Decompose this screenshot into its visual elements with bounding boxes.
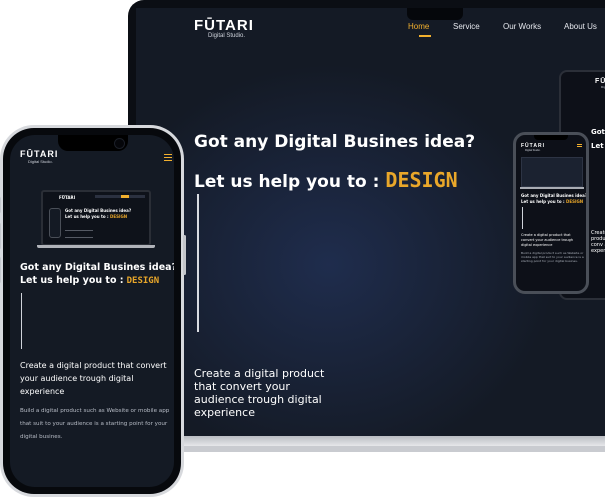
embedded-phone (49, 208, 61, 238)
mini-phone-logo: FŪTARI Digital Studio. (521, 143, 545, 152)
phone-brand-name: FŪTARI (20, 149, 59, 159)
laptop-screen: FŪTARI Digital Studio. Home Service Our … (136, 8, 605, 436)
mini-phone-laptop-base (520, 187, 584, 189)
phone-embedded-screenshot: FŪTARI Got any Digital Busines idea? Let… (41, 190, 151, 246)
nav-item-home[interactable]: Home (408, 22, 429, 31)
embedded-laptop-base (37, 245, 155, 248)
phone-camera-icon (114, 138, 125, 149)
mini-phone-tagline: Let us help you to : DESIGN (521, 199, 583, 204)
mini-phone-subheading: Create a digital product that convert yo… (521, 233, 574, 247)
phone-hero-body: Build a digital product such as Website … (20, 408, 170, 440)
embedded-text-lines (65, 230, 93, 238)
nav-active-indicator (419, 35, 431, 37)
mini-phone-mockup: FŪTARI Digital Studio. Got any Digital B… (513, 132, 589, 294)
brand-name: FŪTARI (194, 17, 254, 34)
phone-brand-tagline: Digital Studio. (28, 159, 53, 164)
mini-laptop-logo: FŪTARI Digital Studio. (595, 78, 605, 89)
mini-phone-embedded-screenshot (521, 157, 583, 187)
mini-phone-brand-tagline: Digital Studio. (525, 149, 541, 152)
embedded-headline: Got any Digital Busines idea? (65, 208, 132, 213)
phone-notch (58, 135, 128, 151)
phone-volume-down (0, 257, 1, 283)
phone-bezel: FŪTARI Digital Studio. FŪTARI Got any Di… (3, 128, 181, 494)
hamburger-menu-icon[interactable] (164, 154, 172, 161)
laptop-camera-notch (407, 8, 463, 20)
hero-subheading: Create a digital product that convert yo… (194, 367, 325, 419)
phone-power-button (183, 235, 186, 275)
phone-hero-subheading: Create a digital product that convert yo… (20, 361, 167, 396)
mini-laptop-headline: Got a (591, 128, 605, 136)
mini-phone-tagline-prefix: Let us help you to : (521, 199, 565, 204)
laptop-base-edge (142, 446, 605, 452)
nav-item-about-us[interactable]: About Us (564, 22, 597, 31)
embedded-nav (95, 195, 145, 198)
phone-mockup: FŪTARI Digital Studio. FŪTARI Got any Di… (0, 125, 186, 497)
mini-laptop-tagline: Let u (591, 142, 605, 150)
mini-phone-headline: Got any Digital Busines idea? (521, 193, 588, 198)
mini-phone-notch (534, 135, 568, 140)
phone-hero-tagline: Let us help you to : DESIGN (20, 275, 159, 286)
laptop-base (128, 436, 605, 446)
embedded-accent-word: DESIGN (110, 214, 128, 219)
nav-item-our-works[interactable]: Our Works (503, 22, 541, 31)
mini-brand-tagline: Digital Studio. (601, 85, 605, 89)
phone-hero-headline: Got any Digital Busines idea? (20, 262, 174, 273)
nav-item-service[interactable]: Service (453, 22, 480, 31)
embedded-brand-name: FŪTARI (59, 195, 76, 200)
hero-headline: Got any Digital Busines idea? (194, 132, 476, 152)
embedded-nav-active (121, 195, 129, 198)
mini-brand-name: FŪTARI (595, 78, 605, 85)
laptop-mockup: FŪTARI Digital Studio. Home Service Our … (128, 0, 605, 460)
phone-volume-up (0, 223, 1, 249)
hero-accent-word: DESIGN (385, 168, 458, 192)
phone-hero-vertical-line (21, 293, 22, 349)
hamburger-menu-icon (577, 144, 582, 147)
embedded-tagline: Let us help you to : DESIGN (65, 214, 127, 219)
hero-tagline: Let us help you to : DESIGN (194, 168, 458, 192)
mini-laptop-subheading: Create a digital product that conv audie… (591, 230, 605, 254)
phone-screen: FŪTARI Digital Studio. FŪTARI Got any Di… (10, 135, 174, 487)
mini-phone-body: Build a digital product such as Website … (521, 251, 584, 263)
phone-side-button (0, 197, 1, 213)
phone-hero-tagline-prefix: Let us help you to : (20, 275, 124, 286)
phone-hero-accent-word: DESIGN (126, 276, 160, 286)
mini-phone-vertical-line (522, 207, 523, 229)
phone-logo[interactable]: FŪTARI Digital Studio. (20, 149, 58, 164)
hero-vertical-line (197, 194, 199, 332)
hero-tagline-prefix: Let us help you to : (194, 172, 380, 192)
embedded-tagline-prefix: Let us help you to : (65, 214, 109, 219)
mini-phone-accent-word: DESIGN (566, 199, 584, 204)
laptop-logo[interactable]: FŪTARI Digital Studio. (194, 17, 254, 40)
